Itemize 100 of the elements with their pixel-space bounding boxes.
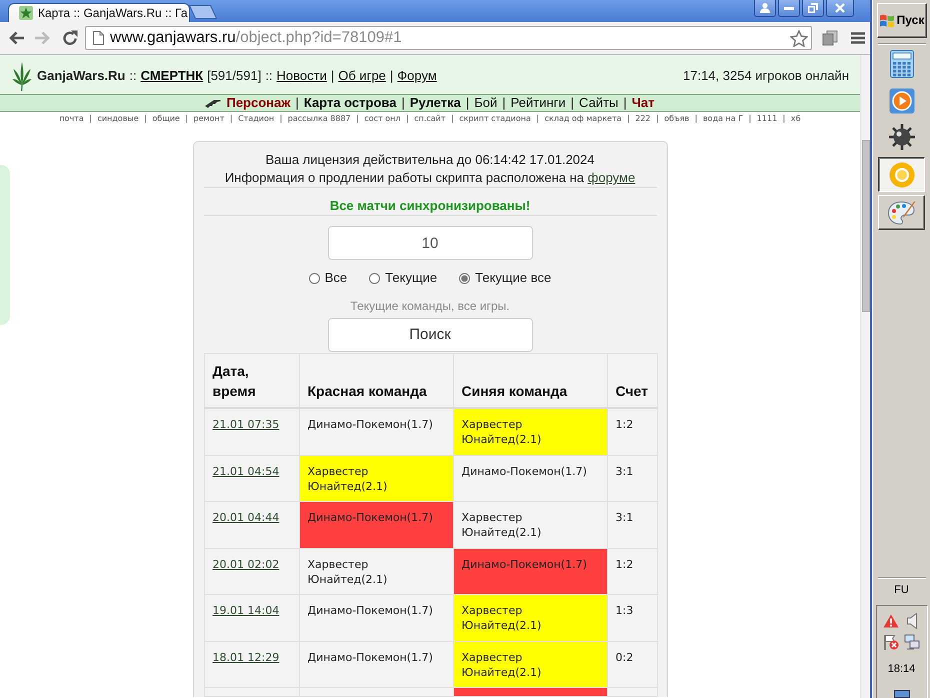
- column-header: Дата, время: [204, 354, 299, 408]
- nav-link[interactable]: Карта острова: [304, 95, 396, 111]
- quick-link[interactable]: Стадион: [238, 114, 274, 124]
- column-header: Красная команда: [299, 354, 453, 408]
- radio-button[interactable]: [308, 272, 320, 284]
- minimize-button[interactable]: [778, 0, 800, 17]
- score-cell: 1:3: [607, 594, 657, 641]
- score-cell: 1:2: [607, 408, 657, 455]
- quick-link[interactable]: почта: [59, 114, 84, 124]
- warning-icon[interactable]: [883, 614, 899, 628]
- calculator-icon[interactable]: [890, 50, 914, 78]
- separator: |: [406, 114, 409, 124]
- separator: |: [536, 114, 540, 124]
- date-link[interactable]: 18.01 12:29: [212, 650, 280, 664]
- username-link[interactable]: СМЕРТНК: [140, 68, 204, 84]
- close-button[interactable]: [826, 0, 854, 17]
- reload-icon[interactable]: [62, 30, 78, 46]
- separator: |: [627, 114, 630, 124]
- quick-link[interactable]: объяв: [664, 114, 690, 124]
- license-text: Ваша лицензия действительна до 06:14:42 17.01.2024: [264, 151, 596, 169]
- quick-link[interactable]: 1111: [756, 114, 778, 124]
- count-field[interactable]: 10: [328, 226, 532, 260]
- team-cell: Динамо-Покемон(1.7): [299, 641, 453, 688]
- score-cell: 1:2: [607, 548, 657, 594]
- quick-link[interactable]: 222: [635, 114, 651, 124]
- separator: ::: [265, 68, 273, 84]
- star-icon[interactable]: [790, 30, 808, 46]
- quick-link[interactable]: общие: [152, 114, 180, 124]
- monitor-icon[interactable]: [894, 690, 910, 698]
- extension-icon[interactable]: [822, 30, 838, 46]
- filter-hint: Текущие команды, все игры.: [349, 298, 511, 315]
- flag-error-icon[interactable]: [883, 634, 899, 650]
- date-link[interactable]: 21.01 04:54: [212, 464, 280, 478]
- separator: |: [356, 114, 359, 124]
- menu-icon[interactable]: [851, 32, 865, 44]
- info-text: Информация о продлении работы скрипта расположена на форуме: [224, 169, 636, 187]
- site-name: GanjaWars.Ru: [37, 68, 126, 84]
- header-link[interactable]: Об игре: [338, 68, 386, 84]
- separator: |: [466, 95, 470, 111]
- nav-link[interactable]: Персонаж: [226, 95, 290, 111]
- separator: |: [144, 114, 147, 124]
- team-cell: Харвестер Юнайтед(2.1): [453, 408, 607, 455]
- radio-label[interactable]: Все: [324, 270, 348, 286]
- separator: |: [390, 68, 394, 84]
- date-link[interactable]: 20.01 02:02: [212, 558, 280, 570]
- quick-link[interactable]: сп.сайт: [414, 114, 446, 124]
- quick-link[interactable]: синдовые: [97, 114, 139, 124]
- separator: |: [782, 114, 786, 124]
- quick-link[interactable]: склад оф маркета: [544, 114, 622, 124]
- forum-link[interactable]: форуме: [588, 170, 636, 185]
- radio-button[interactable]: [369, 272, 380, 284]
- nav-link[interactable]: Бой: [474, 95, 498, 111]
- team-cell: Харвестер Юнайтед(2.1): [299, 548, 453, 594]
- scrollbar-thumb[interactable]: [862, 140, 870, 312]
- language-indicator[interactable]: FU: [894, 584, 909, 597]
- nav-link[interactable]: Рулетка: [410, 95, 461, 111]
- network-icon[interactable]: [904, 634, 920, 650]
- address-bar[interactable]: www.ganjawars.ru/object.php?id=78109#1: [85, 26, 812, 50]
- header-link[interactable]: Новости: [276, 68, 327, 84]
- quick-link[interactable]: скрипт стадиона: [459, 114, 531, 124]
- taskbar-button[interactable]: [878, 157, 925, 192]
- separator: |: [656, 114, 659, 124]
- radio-button[interactable]: [459, 272, 470, 284]
- restore-button[interactable]: [802, 0, 824, 17]
- score-cell: 0:2: [607, 641, 657, 688]
- quick-link[interactable]: вода на Г: [702, 114, 744, 124]
- separator: |: [295, 95, 299, 111]
- quick-link[interactable]: сост онл: [364, 114, 400, 124]
- nav-link[interactable]: Чат: [632, 95, 654, 111]
- clock: 18:14: [888, 663, 916, 676]
- radio-label[interactable]: Текущие: [385, 270, 438, 286]
- radio-label[interactable]: Текущие все: [475, 270, 552, 286]
- quick-link[interactable]: рассылка 8887: [288, 114, 351, 124]
- speaker-icon[interactable]: [907, 613, 917, 629]
- team-cell: Харвестер Юнайтед(2.1): [453, 641, 607, 688]
- profile-button[interactable]: [754, 0, 776, 17]
- nav-link[interactable]: Рейтинги: [510, 95, 566, 111]
- media-player-icon[interactable]: [888, 88, 914, 114]
- quick-link[interactable]: ремонт: [194, 114, 224, 124]
- health-text: [591/591]: [207, 68, 262, 84]
- back-icon[interactable]: [8, 31, 24, 45]
- separator: |: [230, 114, 233, 124]
- separator: |: [623, 95, 627, 111]
- team-cell: Харвестер Юнайтед(2.1): [453, 502, 607, 548]
- team-cell: Динамо-Покемон(1.7): [299, 408, 453, 455]
- header-link[interactable]: Форум: [397, 68, 437, 84]
- separator: |: [185, 114, 188, 124]
- date-link[interactable]: 19.01 14:04: [212, 604, 280, 617]
- quick-link[interactable]: х6: [790, 114, 801, 124]
- date-link[interactable]: 21.01 07:35: [212, 418, 280, 431]
- spiked-ball-icon[interactable]: [888, 124, 914, 150]
- nav-link[interactable]: Сайты: [579, 95, 618, 111]
- new-tab-button[interactable]: [189, 5, 217, 19]
- search-button[interactable]: Поиск: [328, 318, 532, 352]
- start-button[interactable]: Пуск: [876, 3, 926, 38]
- separator: |: [748, 114, 752, 124]
- date-link[interactable]: 20.01 04:44: [212, 511, 280, 524]
- team-cell: Динамо-Покемон(1.7): [453, 548, 607, 594]
- restore-icon: [808, 3, 818, 13]
- leaf-logo-icon[interactable]: [12, 61, 32, 91]
